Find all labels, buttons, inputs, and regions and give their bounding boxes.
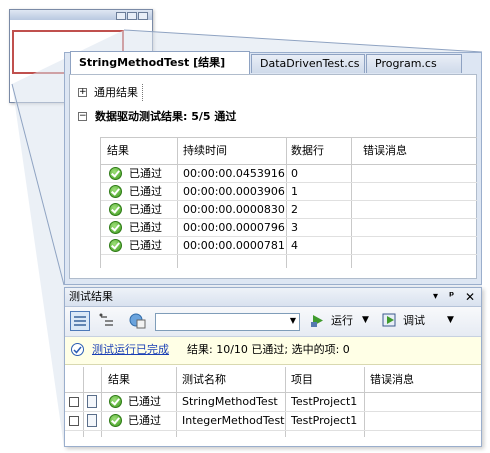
- window-title: 测试结果: [69, 290, 113, 303]
- debug-icon[interactable]: [382, 313, 398, 328]
- row-status: 已通过: [129, 167, 162, 180]
- table-row[interactable]: 已通过 00:00:00.0453916 0: [101, 165, 477, 183]
- general-results-label[interactable]: 通用结果: [94, 84, 143, 101]
- table-row[interactable]: 已通过 00:00:00.0000781 4: [101, 237, 477, 255]
- row-duration: 00:00:00.0000796: [183, 221, 285, 234]
- row-duration: 00:00:00.0003906: [183, 185, 285, 198]
- expand-icon[interactable]: +: [78, 88, 87, 97]
- tab-datadriventest[interactable]: DataDrivenTest.cs: [251, 54, 365, 73]
- check-glyph-icon: [73, 346, 82, 354]
- grid-header-error[interactable]: 错误消息: [363, 142, 407, 159]
- results-list-icon[interactable]: [70, 311, 90, 331]
- run-dropdown-chevron-icon[interactable]: ▼: [362, 315, 369, 325]
- passed-icon: [109, 414, 122, 427]
- grid-header-datarow[interactable]: 数据行: [291, 142, 324, 159]
- table-row[interactable]: 已通过 StringMethodTest TestProject1: [65, 393, 481, 412]
- test-results-list: 结果 测试名称 项目 错误消息 已通过 StringMethodTest Tes…: [65, 367, 481, 445]
- passed-icon: [109, 203, 122, 216]
- debug-button-label[interactable]: 调试: [403, 313, 425, 329]
- passed-icon: [109, 185, 122, 198]
- row-status: 已通过: [129, 185, 162, 198]
- test-document-icon: [87, 395, 97, 408]
- test-results-titlebar: 测试结果 ▾ ᵖ ✕: [65, 288, 481, 307]
- table-row[interactable]: 已通过 IntegerMethodTest TestProject1: [65, 412, 481, 431]
- list-header-error[interactable]: 错误消息: [370, 371, 414, 388]
- row-checkbox[interactable]: [69, 397, 79, 407]
- row-index: 4: [291, 239, 298, 252]
- row-index: 3: [291, 221, 298, 234]
- row-project: TestProject1: [291, 414, 358, 427]
- row-duration: 00:00:00.0000781: [183, 239, 285, 252]
- group-by-icon[interactable]: [97, 311, 117, 331]
- row-test-name: IntegerMethodTest: [182, 414, 285, 427]
- collapse-icon[interactable]: −: [78, 112, 87, 121]
- tab-program-cs[interactable]: Program.cs: [366, 54, 462, 73]
- list-header-project[interactable]: 项目: [291, 371, 313, 388]
- row-project: TestProject1: [291, 395, 358, 408]
- list-header-test-name[interactable]: 测试名称: [182, 371, 226, 388]
- row-index: 0: [291, 167, 298, 180]
- table-row[interactable]: 已通过 00:00:00.0000830 2: [101, 201, 477, 219]
- list-glyph-icon: [74, 316, 86, 326]
- row-status: 已通过: [128, 395, 161, 408]
- dropdown-menu-icon[interactable]: ▾: [433, 289, 438, 305]
- passed-icon: [109, 395, 122, 408]
- tab-stringmethodtest-results[interactable]: StringMethodTest [结果]: [70, 51, 250, 74]
- table-row[interactable]: 已通过 00:00:00.0003906 1: [101, 183, 477, 201]
- passed-icon: [109, 167, 122, 180]
- row-duration: 00:00:00.0000830: [183, 203, 285, 216]
- debug-glyph-icon: [382, 313, 396, 327]
- tab-label: DataDrivenTest.cs: [260, 57, 360, 70]
- pin-icon[interactable]: ᵖ: [449, 288, 454, 304]
- run-icon[interactable]: [311, 313, 325, 328]
- row-status: 已通过: [128, 414, 161, 427]
- debug-dropdown-chevron-icon[interactable]: ▼: [447, 315, 454, 325]
- close-icon[interactable]: ✕: [465, 289, 475, 305]
- test-run-completed-link[interactable]: 测试运行已完成: [92, 342, 169, 358]
- grid-header-result[interactable]: 结果: [107, 142, 129, 159]
- row-status: 已通过: [129, 239, 162, 252]
- run-glyph-icon: [311, 315, 323, 327]
- tab-label: Program.cs: [375, 57, 437, 70]
- run-summary-text: 结果: 10/10 已通过; 选中的项: 0: [187, 343, 350, 356]
- import-results-icon[interactable]: [128, 311, 148, 331]
- data-driven-summary: 数据驱动测试结果: 5/5 通过: [95, 110, 237, 123]
- group-glyph-icon: [99, 313, 113, 326]
- row-duration: 00:00:00.0453916: [183, 167, 285, 180]
- table-row[interactable]: 已通过 00:00:00.0000796 3: [101, 219, 477, 237]
- test-run-selector[interactable]: ▼: [155, 313, 300, 331]
- passed-icon: [109, 239, 122, 252]
- row-checkbox[interactable]: [69, 416, 79, 426]
- list-header-result[interactable]: 结果: [108, 371, 130, 388]
- grid-header-duration[interactable]: 持续时间: [183, 142, 227, 159]
- chevron-down-icon[interactable]: ▼: [290, 316, 296, 325]
- tab-label: StringMethodTest [结果]: [79, 56, 226, 69]
- row-status: 已通过: [129, 221, 162, 234]
- row-status: 已通过: [129, 203, 162, 216]
- row-index: 1: [291, 185, 298, 198]
- row-test-name: StringMethodTest: [182, 395, 278, 408]
- row-index: 2: [291, 203, 298, 216]
- run-status-bar: 测试运行已完成 结果: 10/10 已通过; 选中的项: 0: [65, 337, 481, 365]
- data-driven-grid: 结果 持续时间 数据行 错误消息 已通过 00:00:00.0453916 0 …: [100, 137, 477, 268]
- import-glyph-icon: [129, 313, 146, 329]
- test-document-icon: [87, 414, 97, 427]
- passed-icon: [109, 221, 122, 234]
- info-check-icon: [71, 343, 84, 356]
- run-button-label[interactable]: 运行: [331, 313, 353, 329]
